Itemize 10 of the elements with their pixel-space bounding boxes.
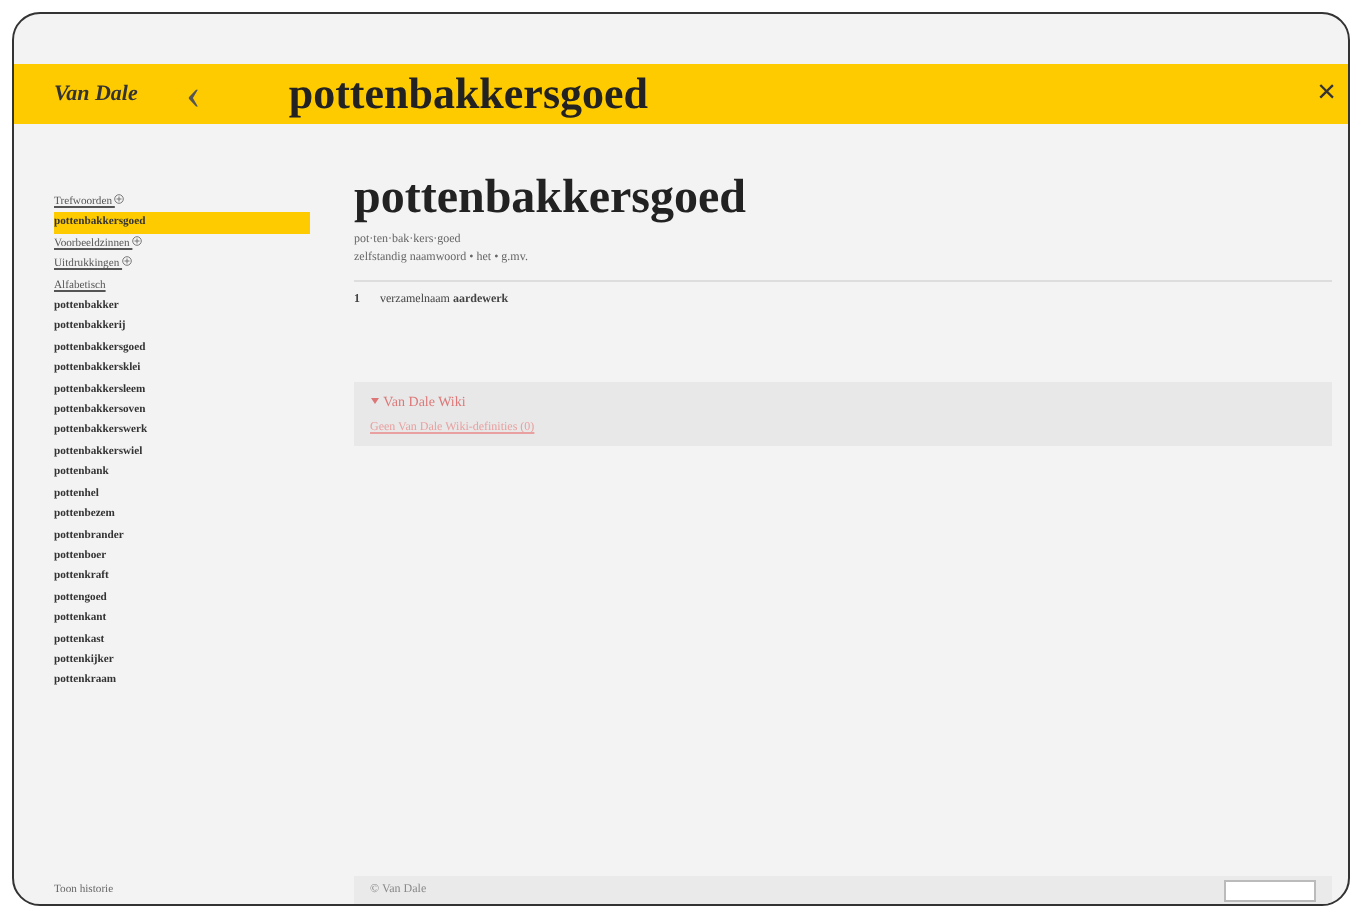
plus-circle-icon [122, 256, 133, 267]
back-button[interactable]: ‹ [178, 68, 209, 120]
page-title: pottenbakkersgoed [288, 68, 651, 120]
caret-icon [370, 396, 380, 406]
headword: pottenbakkersgoed [354, 172, 749, 226]
plus-circle-icon [114, 194, 125, 204]
footer-field[interactable] [1224, 879, 1316, 901]
plus-circle-icon [132, 235, 143, 246]
logo: Van Dale [54, 82, 140, 106]
close-button[interactable]: × [1305, 76, 1348, 112]
